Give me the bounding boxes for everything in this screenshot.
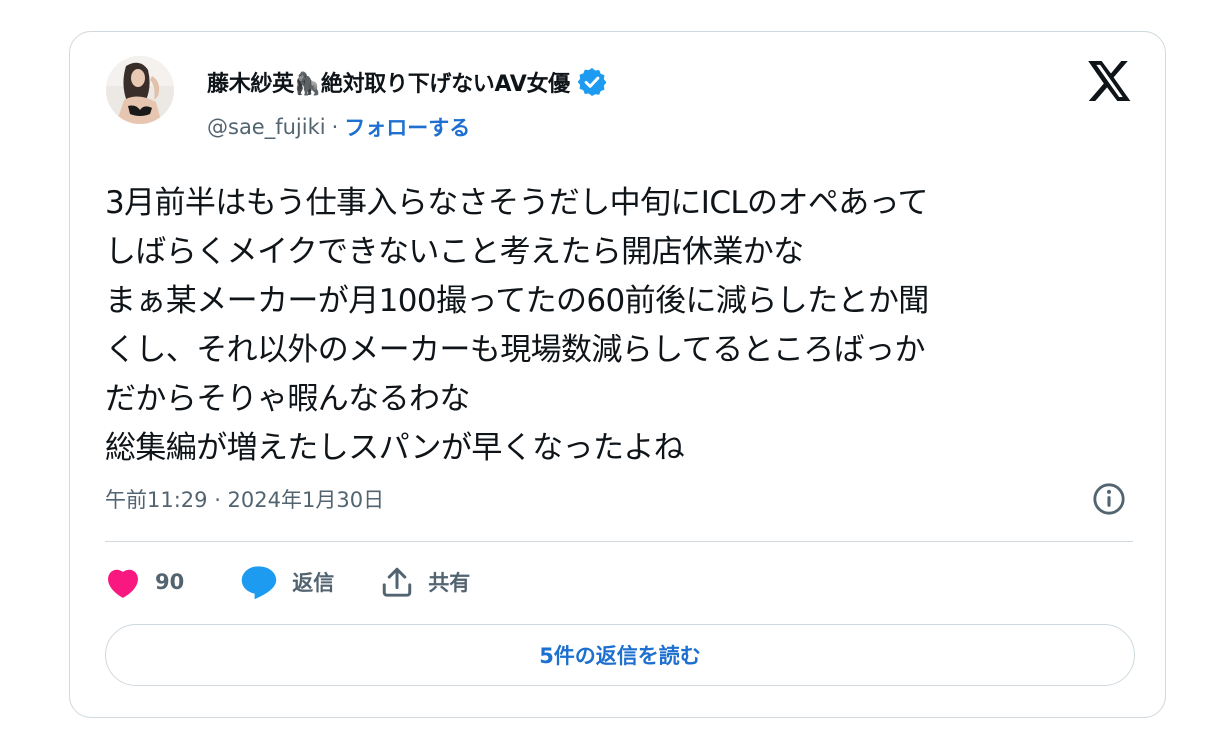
reply-label: 返信 [292, 571, 335, 595]
tweet-text-line: 3月前半はもう仕事入らなさそうだし中旬にICLのオペあって [105, 185, 929, 221]
reply-button[interactable]: 返信 [240, 564, 334, 600]
tweet-text: 3月前半はもう仕事入らなさそうだし中旬にICLのオペあって しばらくメイクできな… [105, 179, 1125, 473]
verified-badge-icon [577, 68, 607, 96]
tweet-text-line: 総集編が増えたしスパンが早くなったよね [105, 430, 685, 466]
x-logo-icon[interactable] [1087, 61, 1133, 101]
tweet-text-line: しばらくメイクできないこと考えたら開店休業かな [105, 234, 804, 270]
author-display-name[interactable]: 藤木紗英🦍絶対取り下げないAV女優 [207, 66, 570, 98]
tweet-timestamp[interactable]: 午前11:29 · 2024年1月30日 [105, 484, 384, 514]
reply-bubble-icon [242, 566, 277, 600]
divider [105, 541, 1133, 542]
tweet-text-line: くし、それ以外のメーカーも現場数減らしてるところばっか [105, 332, 925, 368]
share-upload-icon [382, 567, 412, 597]
share-label: 共有 [428, 571, 471, 595]
read-replies-label: 5件の返信を読む [539, 644, 701, 668]
tweet-actions: 90 返信 共有 [105, 562, 470, 602]
like-count: 90 [155, 570, 185, 594]
author-handle[interactable]: @sae_fujiki [207, 115, 326, 139]
tweet-embed-card: 藤木紗英🦍絶対取り下げないAV女優 @sae_fujiki · フォローする 3… [69, 31, 1166, 718]
tweet-meta: 午前11:29 · 2024年1月30日 [105, 484, 384, 514]
info-icon[interactable] [1092, 482, 1126, 516]
read-replies-button[interactable]: 5件の返信を読む [105, 624, 1135, 686]
author-name-row: 藤木紗英🦍絶対取り下げないAV女優 [207, 65, 608, 99]
tweet-text-line: まぁ某メーカーが月100撮ってたの60前後に減らしたとか聞 [105, 283, 929, 319]
tweet-text-line: だからそりゃ暇んなるわな [105, 381, 470, 417]
heart-icon [108, 569, 138, 598]
share-button[interactable]: 共有 [380, 565, 470, 599]
author-handle-row: @sae_fujiki · フォローする [207, 112, 470, 142]
like-button[interactable]: 90 [105, 565, 184, 599]
follow-button[interactable]: フォローする [344, 112, 470, 142]
avatar-photo [106, 56, 174, 124]
handle-separator: · [331, 115, 339, 139]
avatar[interactable] [106, 56, 174, 124]
